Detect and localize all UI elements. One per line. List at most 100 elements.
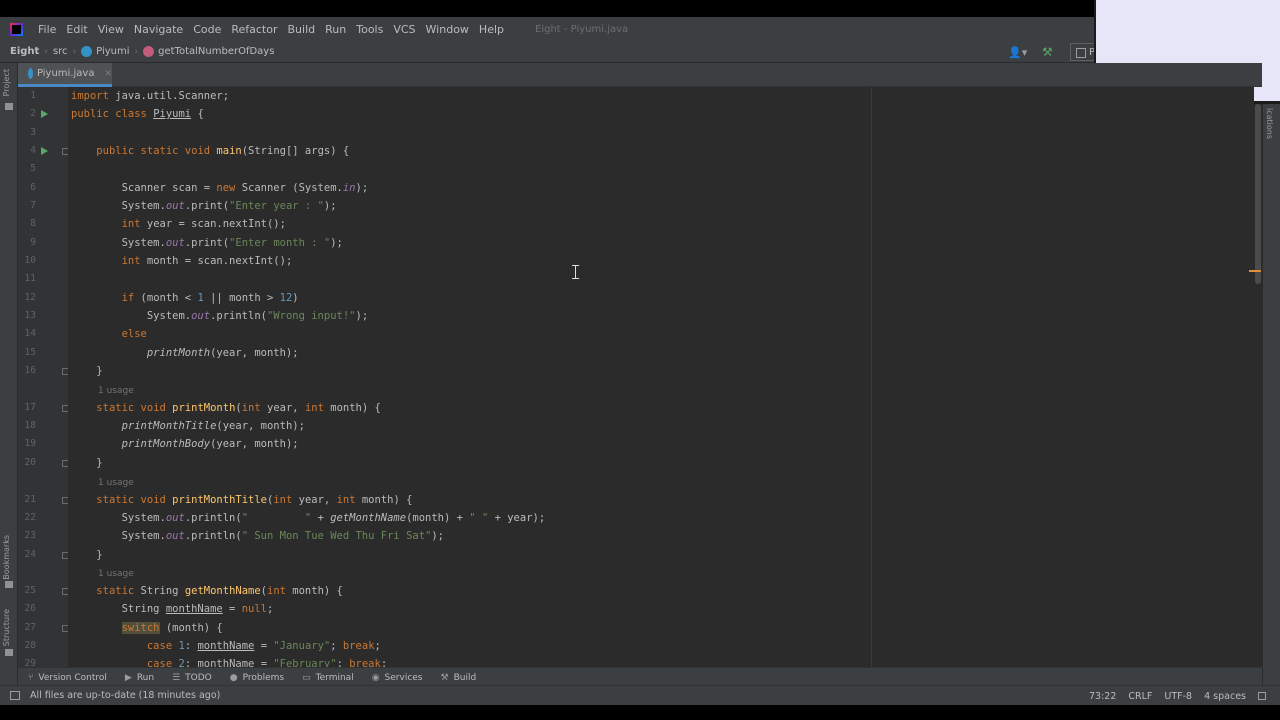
menu-tools[interactable]: Tools — [351, 23, 388, 36]
menu-view[interactable]: View — [93, 23, 129, 36]
code-line[interactable]: System.out.println("Wrong input!"); — [71, 307, 1254, 325]
file-encoding[interactable]: UTF-8 — [1164, 691, 1192, 702]
run-icon: ▶ — [124, 672, 132, 683]
code-line[interactable]: } — [71, 454, 1254, 472]
code-line[interactable]: printMonthBody(year, month); — [71, 435, 1254, 453]
code-line[interactable]: static void printMonthTitle(int year, in… — [71, 491, 1254, 509]
bookmark-icon[interactable] — [5, 581, 13, 588]
menu-build[interactable]: Build — [283, 23, 321, 36]
lock-icon[interactable] — [1258, 692, 1266, 700]
code-line[interactable]: public static void main(String[] args) { — [71, 142, 1254, 160]
breadcrumb-project[interactable]: Eight — [10, 46, 39, 57]
code-editor[interactable]: import java.util.Scanner; public class Pi… — [68, 87, 1254, 667]
code-line[interactable]: import java.util.Scanner; — [71, 87, 1254, 105]
code-line[interactable] — [71, 160, 1254, 178]
code-line[interactable]: public class Piyumi { — [71, 105, 1254, 123]
code-line[interactable]: System.out.print("Enter year : "); — [71, 197, 1254, 215]
code-line[interactable]: } — [71, 546, 1254, 564]
run-gutter-icon[interactable] — [41, 147, 48, 155]
code-line[interactable]: System.out.println(" Sun Mon Tue Wed Thu… — [71, 527, 1254, 545]
breadcrumb-src[interactable]: src — [53, 46, 68, 57]
problems-tool-button[interactable]: ● Problems — [230, 673, 284, 683]
menu-window[interactable]: Window — [421, 23, 474, 36]
code-line[interactable]: int year = scan.nextInt(); — [71, 215, 1254, 233]
close-tab-icon[interactable]: ✕ — [104, 69, 112, 79]
usage-hint[interactable]: 1 usage — [98, 564, 134, 582]
project-tool-button[interactable]: Project — [2, 69, 11, 96]
code-line[interactable]: System.out.print("Enter month : "); — [71, 234, 1254, 252]
menu-file[interactable]: File — [33, 23, 61, 36]
line-number: 25 — [24, 585, 36, 596]
code-line[interactable]: else — [71, 325, 1254, 343]
breadcrumb-method[interactable]: getTotalNumberOfDays — [143, 46, 274, 57]
code-line[interactable]: int month = scan.nextInt(); — [71, 252, 1254, 270]
code-line[interactable] — [71, 270, 1254, 288]
menu-code[interactable]: Code — [188, 23, 226, 36]
build-tool-button[interactable]: ⚒ Build — [441, 673, 477, 683]
usage-hint[interactable]: 1 usage — [98, 381, 134, 399]
error-stripe-marker[interactable] — [1249, 270, 1261, 272]
code-line[interactable]: if (month < 1 || month > 12) — [71, 289, 1254, 307]
tab-piyumi-java[interactable]: Piyumi.java ✕ — [18, 63, 112, 87]
line-number: 17 — [24, 402, 36, 413]
indent-setting[interactable]: 4 spaces — [1204, 691, 1246, 702]
problems-icon: ● — [229, 672, 238, 683]
branch-icon: ⑂ — [28, 672, 34, 683]
line-number: 18 — [24, 420, 36, 431]
breadcrumb-separator: › — [134, 46, 139, 57]
line-number: 7 — [30, 200, 36, 211]
user-account-icon[interactable]: 👤▾ — [1008, 46, 1028, 59]
tool-windows-toggle-icon[interactable] — [10, 691, 20, 700]
tab-label: Piyumi.java — [36, 68, 95, 79]
editor-vertical-scrollbar[interactable] — [1254, 104, 1262, 667]
line-number: 27 — [24, 622, 36, 633]
menu-run[interactable]: Run — [320, 23, 351, 36]
services-tool-button[interactable]: ◉ Services — [372, 673, 423, 683]
project-folder-icon[interactable] — [5, 103, 13, 110]
code-line[interactable]: switch (month) { — [71, 619, 1254, 637]
code-line[interactable]: printMonth(year, month); — [71, 344, 1254, 362]
top-black-bar — [0, 0, 1280, 17]
intellij-logo-icon[interactable] — [10, 22, 23, 36]
line-number: 5 — [30, 163, 36, 174]
scrollbar-thumb[interactable] — [1255, 104, 1261, 284]
breadcrumb-separator: › — [44, 46, 48, 57]
right-tool-strip: ications — [1262, 104, 1280, 685]
menu-refactor[interactable]: Refactor — [226, 23, 282, 36]
code-line[interactable]: System.out.println(" " + getMonthName(mo… — [71, 509, 1254, 527]
todo-tool-button[interactable]: ☰ TODO — [172, 673, 212, 683]
line-number: 15 — [24, 347, 36, 358]
line-number: 24 — [24, 549, 36, 560]
structure-tool-button[interactable]: Structure — [2, 609, 11, 646]
menu-vcs[interactable]: VCS — [388, 23, 420, 36]
code-line[interactable]: case 2: monthName = "February"; break; — [71, 655, 1254, 667]
line-number: 21 — [24, 494, 36, 505]
editor-gutter[interactable]: 1 2 3 4 5 6 7 8 9 10 11 12 13 14 15 16 17 18 19 20 21 22 23 24 2… — [18, 87, 68, 667]
notifications-tool-button[interactable]: ications — [1265, 108, 1274, 139]
code-line[interactable]: case 1: monthName = "January"; break; — [71, 637, 1254, 655]
code-line[interactable]: static void printMonth(int year, int mon… — [71, 399, 1254, 417]
method-icon — [143, 46, 155, 57]
run-gutter-icon[interactable] — [41, 110, 48, 118]
caret-position[interactable]: 73:22 — [1089, 691, 1116, 702]
code-line[interactable]: Scanner scan = new Scanner (System.in); — [71, 179, 1254, 197]
menu-navigate[interactable]: Navigate — [129, 23, 188, 36]
run-tool-button[interactable]: ▶ Run — [125, 673, 154, 683]
bookmarks-tool-button[interactable]: Bookmarks — [2, 535, 11, 580]
status-message[interactable]: All files are up-to-date (18 minutes ago… — [30, 690, 220, 701]
menu-edit[interactable]: Edit — [61, 23, 92, 36]
code-line[interactable]: static String getMonthName(int month) { — [71, 582, 1254, 600]
line-number: 22 — [24, 512, 36, 523]
structure-icon[interactable] — [5, 649, 13, 656]
menu-help[interactable]: Help — [474, 23, 509, 36]
code-line[interactable] — [71, 124, 1254, 142]
version-control-tool-button[interactable]: ⑂ Version Control — [28, 673, 107, 683]
build-hammer-icon[interactable]: ⚒ — [1042, 45, 1056, 59]
code-line[interactable]: printMonthTitle(year, month); — [71, 417, 1254, 435]
line-separator[interactable]: CRLF — [1128, 691, 1152, 702]
code-line[interactable]: String monthName = null; — [71, 600, 1254, 618]
terminal-tool-button[interactable]: ▭ Terminal — [302, 673, 354, 683]
code-line[interactable]: } — [71, 362, 1254, 380]
breadcrumb-class[interactable]: Piyumi — [81, 46, 130, 57]
usage-hint[interactable]: 1 usage — [98, 473, 134, 491]
